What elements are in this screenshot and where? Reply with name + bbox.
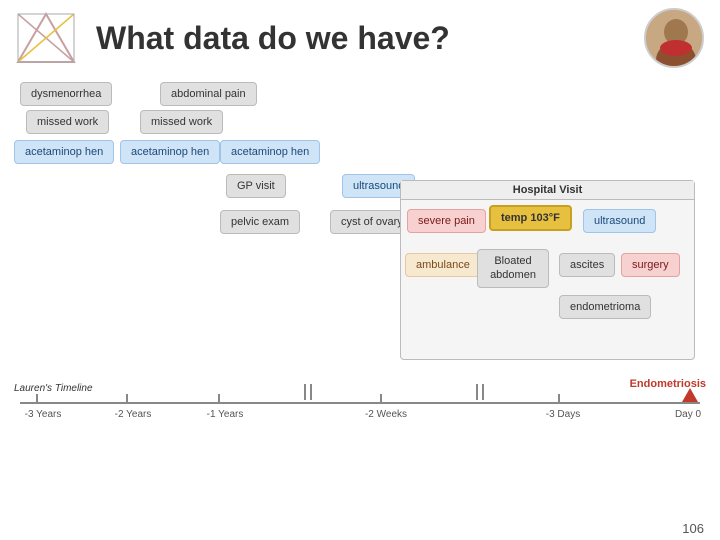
- abdominal-pain-chip: abdominal pain: [160, 82, 257, 106]
- tick-2years: [126, 394, 128, 404]
- ultrasound-chip-2: ultrasound: [583, 209, 656, 233]
- bloated-abdomen-chip: Bloated abdomen: [477, 249, 549, 288]
- page-title: What data do we have?: [86, 20, 644, 57]
- endometriosis-label: Endometriosis: [630, 378, 706, 390]
- tick-1year: [218, 394, 220, 404]
- tick-sep4: [482, 384, 484, 400]
- tick-2weeks: [380, 394, 382, 404]
- label-1year: -1 Years: [200, 409, 250, 420]
- arrow-day0: [682, 388, 698, 402]
- tick-sep1: [304, 384, 306, 400]
- severe-pain-chip: severe pain: [407, 209, 486, 233]
- acetaminop-hen-chip-1: acetaminop hen: [14, 140, 114, 164]
- temp-103-chip: temp 103°F: [489, 205, 572, 231]
- page-number: 106: [682, 521, 704, 536]
- tick-sep3: [476, 384, 478, 400]
- hospital-visit-label: Hospital Visit: [401, 181, 694, 200]
- ascites-chip: ascites: [559, 253, 615, 277]
- header: What data do we have?: [0, 0, 720, 72]
- dysmenorrhea-chip: dysmenorrhea: [20, 82, 112, 106]
- logo: [16, 12, 76, 64]
- tick-3days: [558, 394, 560, 404]
- label-3days: -3 Days: [538, 409, 588, 420]
- endometrioma-chip: endometrioma: [559, 295, 651, 319]
- label-2weeks: -2 Weeks: [356, 409, 416, 420]
- timeline-line: [20, 402, 700, 404]
- missed-work-chip-1: missed work: [26, 110, 109, 134]
- gp-visit-chip: GP visit: [226, 174, 286, 198]
- pelvic-exam-chip: pelvic exam: [220, 210, 300, 234]
- timeline-area: dysmenorrhea abdominal pain missed work …: [0, 72, 720, 472]
- acetaminop-hen-chip-2: acetaminop hen: [120, 140, 220, 164]
- label-day0: Day 0: [668, 409, 708, 420]
- surgery-chip: surgery: [621, 253, 680, 277]
- slide: What data do we have? dysmenorrhea abdom…: [0, 0, 720, 540]
- avatar: [644, 8, 704, 68]
- laurens-timeline-label: Lauren's Timeline: [14, 383, 93, 394]
- tick-3years: [36, 394, 38, 404]
- tick-sep2: [310, 384, 312, 400]
- hospital-visit-box: Hospital Visit severe pain temp 103°F ul…: [400, 180, 695, 360]
- acetaminop-hen-chip-3: acetaminop hen: [220, 140, 320, 164]
- ambulance-chip: ambulance: [405, 253, 481, 277]
- label-2years: -2 Years: [108, 409, 158, 420]
- label-3years: -3 Years: [18, 409, 68, 420]
- missed-work-chip-2: missed work: [140, 110, 223, 134]
